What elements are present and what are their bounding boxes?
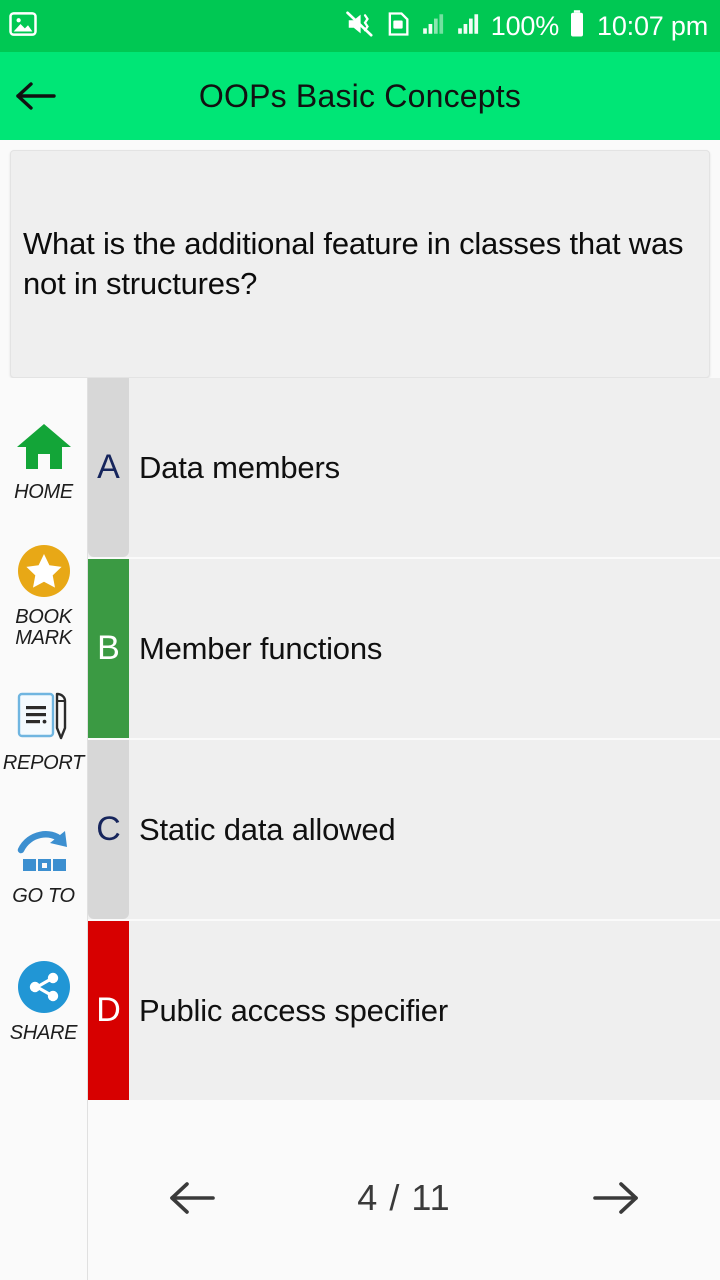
image-icon	[8, 9, 38, 44]
share-icon	[17, 960, 71, 1019]
back-arrow-icon[interactable]	[0, 52, 72, 140]
option-row-d[interactable]: D Public access specifier	[88, 921, 720, 1102]
signal-bars-icon-2	[456, 11, 482, 42]
sidebar-item-label-share: SHARE	[9, 1021, 78, 1044]
question-counter: 4 / 11	[357, 1176, 451, 1218]
sidebar-item-goto[interactable]: GO TO	[0, 799, 87, 934]
battery-percent-label: 100%	[490, 10, 560, 41]
status-bar-right: 100% 10:07 pm	[345, 9, 708, 44]
question-card: What is the additional feature in classe…	[10, 150, 710, 378]
next-question-button[interactable]	[580, 1163, 650, 1233]
option-text-a: Data members	[139, 449, 340, 485]
battery-full-icon	[568, 9, 586, 44]
mute-vibrate-icon	[345, 9, 375, 44]
sim-card-icon	[384, 10, 412, 43]
sidebar-item-label-goto: GO TO	[12, 884, 75, 907]
option-row-c[interactable]: C Static data allowed	[88, 740, 720, 921]
previous-question-button[interactable]	[158, 1163, 228, 1233]
option-text-c: Static data allowed	[139, 811, 396, 847]
report-document-pen-icon	[15, 690, 73, 749]
clock-label: 10:07 pm	[597, 10, 708, 41]
bookmark-star-icon	[17, 544, 71, 603]
sidebar: HOME BOOK MARK REPORT GO TO SHARE	[0, 378, 88, 1280]
sidebar-item-share[interactable]: SHARE	[0, 934, 87, 1069]
question-text: What is the additional feature in classe…	[23, 226, 684, 301]
pager: 4 / 11	[88, 1115, 720, 1280]
options-list: A Data members B Member functions C Stat…	[88, 378, 720, 1115]
option-row-b[interactable]: B Member functions	[88, 559, 720, 740]
option-badge-a: A	[88, 378, 129, 557]
sidebar-item-home[interactable]: HOME	[0, 394, 87, 529]
sidebar-item-label-report: REPORT	[2, 751, 85, 774]
option-badge-c: C	[88, 740, 129, 919]
sidebar-item-report[interactable]: REPORT	[0, 664, 87, 799]
option-badge-d: D	[88, 921, 129, 1100]
option-text-d: Public access specifier	[139, 992, 448, 1028]
status-bar: 100% 10:07 pm	[0, 0, 720, 52]
home-icon	[15, 421, 73, 478]
page-title: OOPs Basic Concepts	[198, 77, 522, 114]
option-badge-b: B	[88, 559, 129, 738]
sidebar-item-label-bookmark: BOOK MARK	[15, 606, 72, 649]
app-bar: OOPs Basic Concepts	[0, 52, 720, 140]
option-text-b: Member functions	[139, 630, 383, 666]
status-bar-left	[8, 9, 38, 44]
sidebar-item-bookmark[interactable]: BOOK MARK	[0, 529, 87, 664]
goto-arrow-icon	[15, 827, 73, 882]
options-column: A Data members B Member functions C Stat…	[88, 378, 720, 1280]
signal-bars-icon-1	[421, 11, 447, 42]
content-area: HOME BOOK MARK REPORT GO TO SHARE A Data…	[0, 378, 720, 1280]
sidebar-item-label-home: HOME	[14, 480, 73, 503]
option-row-a[interactable]: A Data members	[88, 378, 720, 559]
